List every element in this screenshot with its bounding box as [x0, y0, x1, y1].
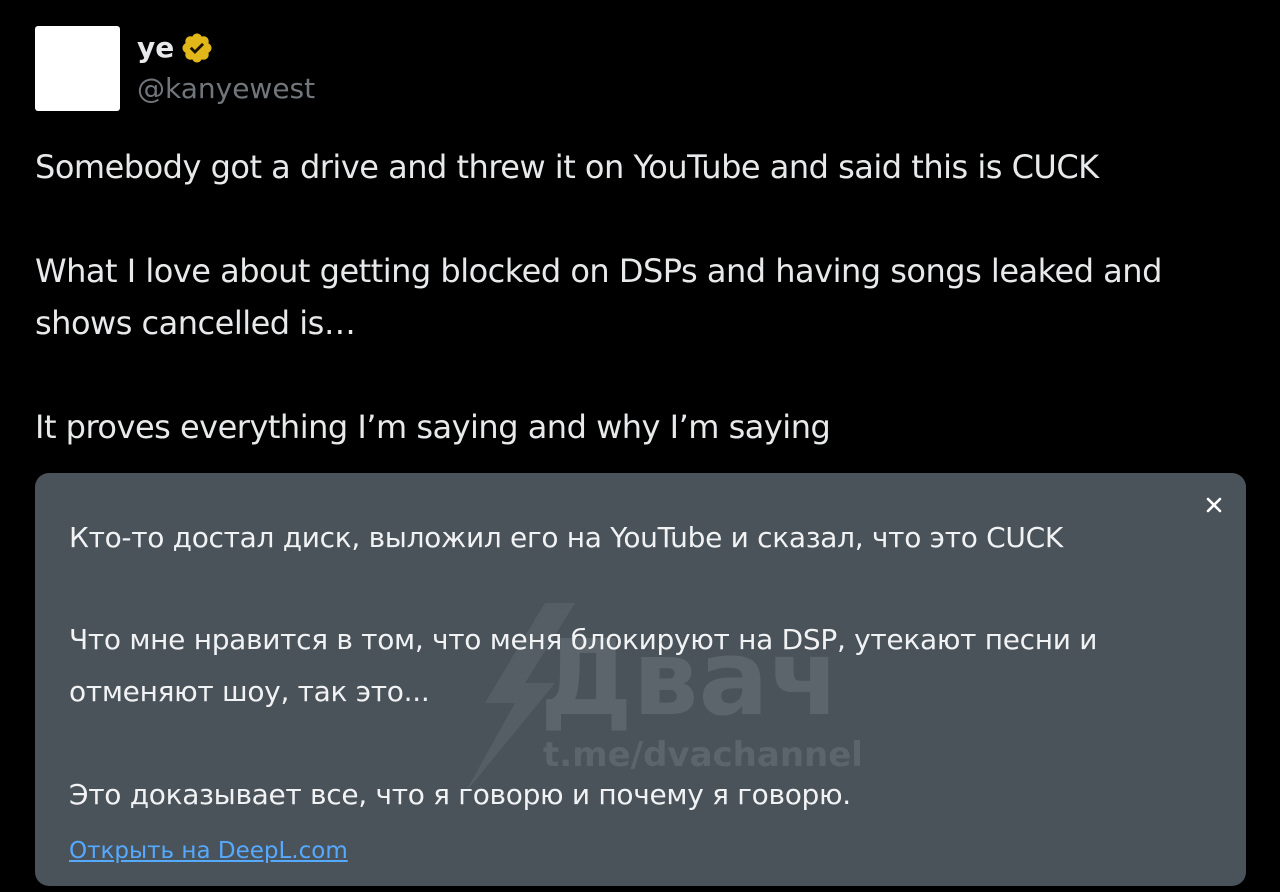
translation-line-2: Что мне нравится в том, что меня блокиру…	[69, 623, 1098, 656]
author-name-row: ye	[137, 30, 214, 66]
translation-line-4: Это доказывает все, что я говорю и почем…	[69, 778, 851, 811]
author-handle[interactable]: @kanyewest	[137, 70, 315, 108]
translation-line-3: отменяют шоу, так это...	[69, 675, 430, 708]
tweet-text-line-3: shows cancelled is…	[35, 304, 356, 342]
tweet-text-line-2: What I love about getting blocked on DSP…	[35, 252, 1162, 290]
author-display-name[interactable]: ye	[137, 30, 174, 66]
close-icon	[1206, 497, 1222, 513]
open-on-deepl-link[interactable]: Открыть на DeepL.com	[69, 835, 348, 867]
tweet-text-line-4: It proves everything I’m saying and why …	[35, 408, 831, 446]
close-button[interactable]	[1200, 491, 1228, 519]
translation-panel: Двач t.me/dvachannel Кто-то достал диск,…	[35, 473, 1246, 886]
verified-badge-icon	[182, 33, 212, 63]
translation-line-1: Кто-то достал диск, выложил его на YouTu…	[69, 521, 1063, 554]
tweet-text-line-1: Somebody got a drive and threw it on You…	[35, 148, 1099, 186]
avatar[interactable]	[35, 26, 120, 111]
